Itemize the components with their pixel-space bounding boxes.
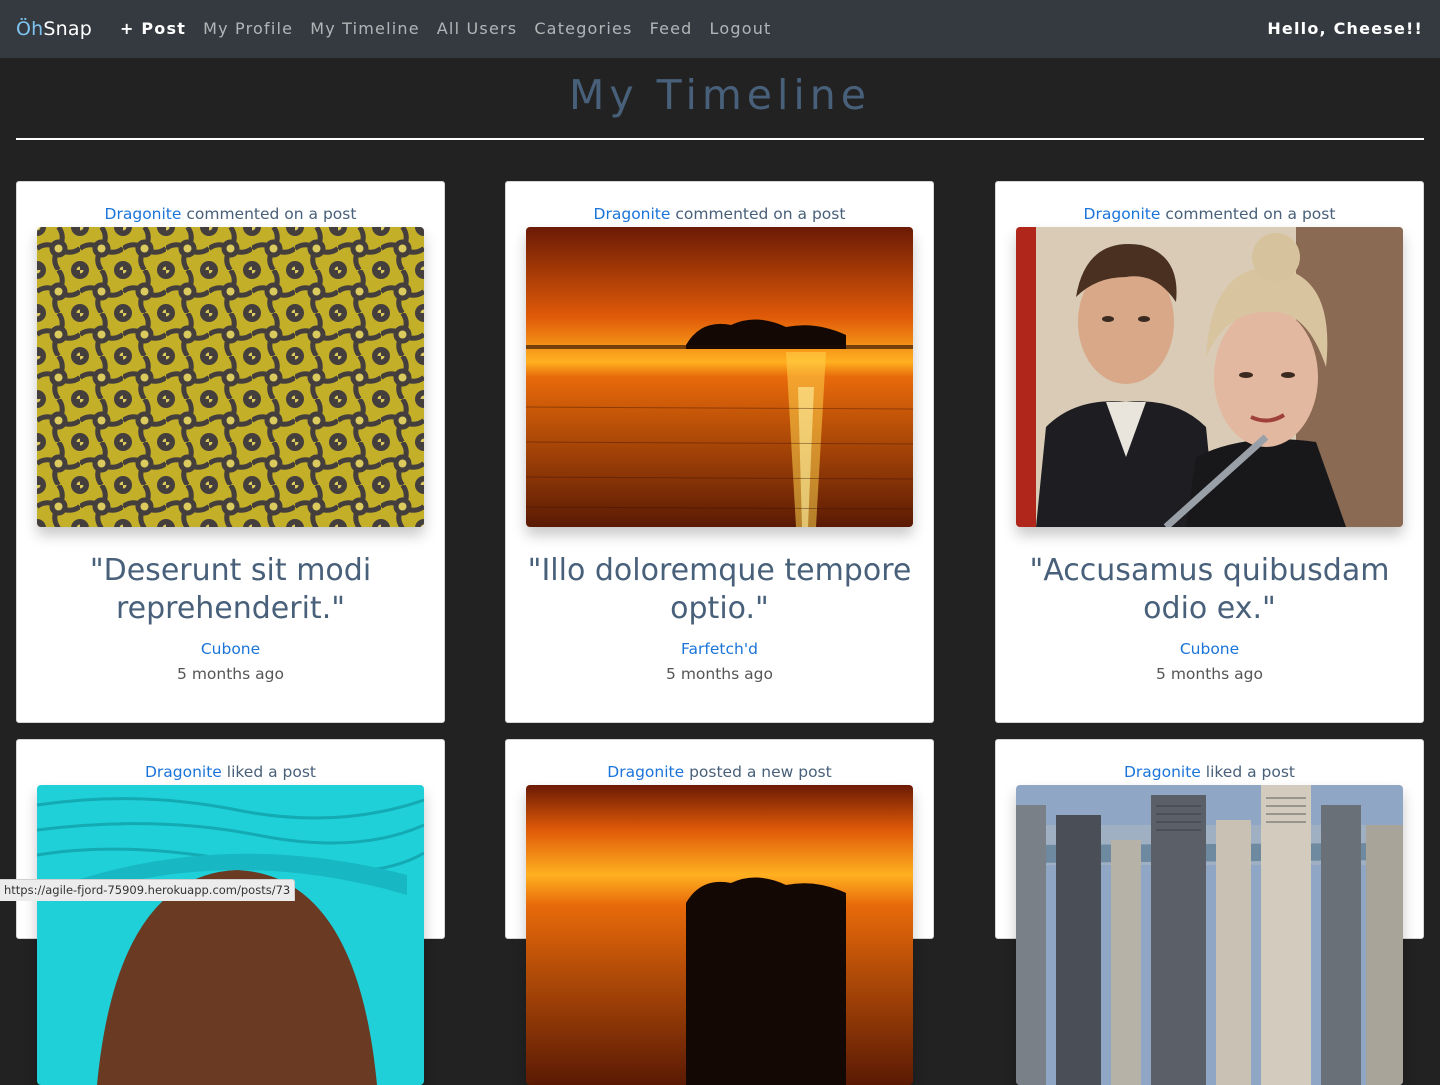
- user-greeting: Hello, Cheese!!: [1267, 19, 1423, 38]
- page-title: My Timeline: [568, 71, 871, 119]
- activity-text: commented on a post: [1160, 205, 1336, 223]
- nav-links: + Post My Profile My Timeline All Users …: [120, 18, 789, 40]
- post-author-link[interactable]: Cubone: [17, 639, 444, 659]
- activity-line: Dragonite commented on a post: [996, 204, 1423, 224]
- post-image[interactable]: [37, 227, 424, 527]
- post-image[interactable]: [37, 785, 424, 1085]
- post-caption: "Accusamus quibusdam odio ex.": [1029, 553, 1390, 626]
- nav-new-post[interactable]: + Post: [120, 18, 186, 40]
- post-timestamp: 5 months ago: [666, 665, 773, 683]
- activity-user-link[interactable]: Dragonite: [1084, 205, 1161, 223]
- sunset-over-lake-image: [526, 227, 913, 527]
- city-skyline-image: [1016, 785, 1403, 1085]
- activity-user-link[interactable]: Dragonite: [1124, 763, 1201, 781]
- timeline-card: Dragonite liked a post: [995, 739, 1424, 1085]
- timeline-card: Dragonite posted a new post: [505, 739, 934, 1085]
- nav-my-profile[interactable]: My Profile: [203, 18, 293, 40]
- nav-all-users[interactable]: All Users: [437, 18, 518, 40]
- post-image[interactable]: [526, 227, 913, 527]
- couple-portrait-image: [1016, 227, 1403, 527]
- navbar: ÖhSnap + Post My Profile My Timeline All…: [0, 0, 1440, 58]
- activity-text: liked a post: [1200, 763, 1296, 781]
- sunset-over-lake-image: [526, 785, 913, 1085]
- activity-user-link[interactable]: Dragonite: [105, 205, 182, 223]
- nav-logout[interactable]: Logout: [710, 18, 772, 40]
- activity-line: Dragonite posted a new post: [506, 762, 933, 782]
- timeline-card: Dragonite commented on a post: [505, 181, 934, 723]
- activity-user-link[interactable]: Dragonite: [607, 763, 684, 781]
- status-bar-url: https://agile-fjord-75909.herokuapp.com/…: [0, 879, 296, 901]
- post-image[interactable]: [1016, 785, 1403, 1085]
- timeline-card: Dragonite liked a post: [16, 739, 445, 1085]
- brand-logo-oh: Öh: [16, 18, 44, 40]
- post-caption: "Illo doloremque tempore optio.": [527, 553, 912, 626]
- activity-text: posted a new post: [684, 763, 832, 781]
- post-image[interactable]: [1016, 227, 1403, 527]
- post-author-link[interactable]: Farfetch'd: [506, 639, 933, 659]
- brand-logo[interactable]: ÖhSnap: [16, 16, 92, 42]
- activity-user-link[interactable]: Dragonite: [594, 205, 671, 223]
- post-image[interactable]: [526, 785, 913, 1085]
- nav-categories[interactable]: Categories: [534, 18, 632, 40]
- activity-line: Dragonite commented on a post: [17, 204, 444, 224]
- timeline-card: Dragonite commented on a post "Accusamus…: [995, 181, 1424, 723]
- activity-user-link[interactable]: Dragonite: [145, 763, 222, 781]
- post-timestamp: 5 months ago: [1156, 665, 1263, 683]
- brand-logo-snap: Snap: [43, 18, 93, 40]
- activity-line: Dragonite liked a post: [996, 762, 1423, 782]
- nav-my-timeline[interactable]: My Timeline: [310, 18, 420, 40]
- post-author-link[interactable]: Cubone: [996, 639, 1423, 659]
- title-divider: [16, 138, 1424, 140]
- activity-text: commented on a post: [670, 205, 846, 223]
- post-timestamp: 5 months ago: [177, 665, 284, 683]
- turquoise-headwrap-image: [37, 785, 424, 1085]
- activity-line: Dragonite liked a post: [17, 762, 444, 782]
- activity-text: liked a post: [221, 763, 317, 781]
- nav-feed[interactable]: Feed: [650, 18, 693, 40]
- post-caption: "Deserunt sit modi reprehenderit.": [89, 553, 372, 626]
- activity-text: commented on a post: [181, 205, 357, 223]
- activity-line: Dragonite commented on a post: [506, 204, 933, 224]
- timeline-card: Dragonite commented on a post: [16, 181, 445, 723]
- yellow-tile-pattern-image: [37, 227, 424, 527]
